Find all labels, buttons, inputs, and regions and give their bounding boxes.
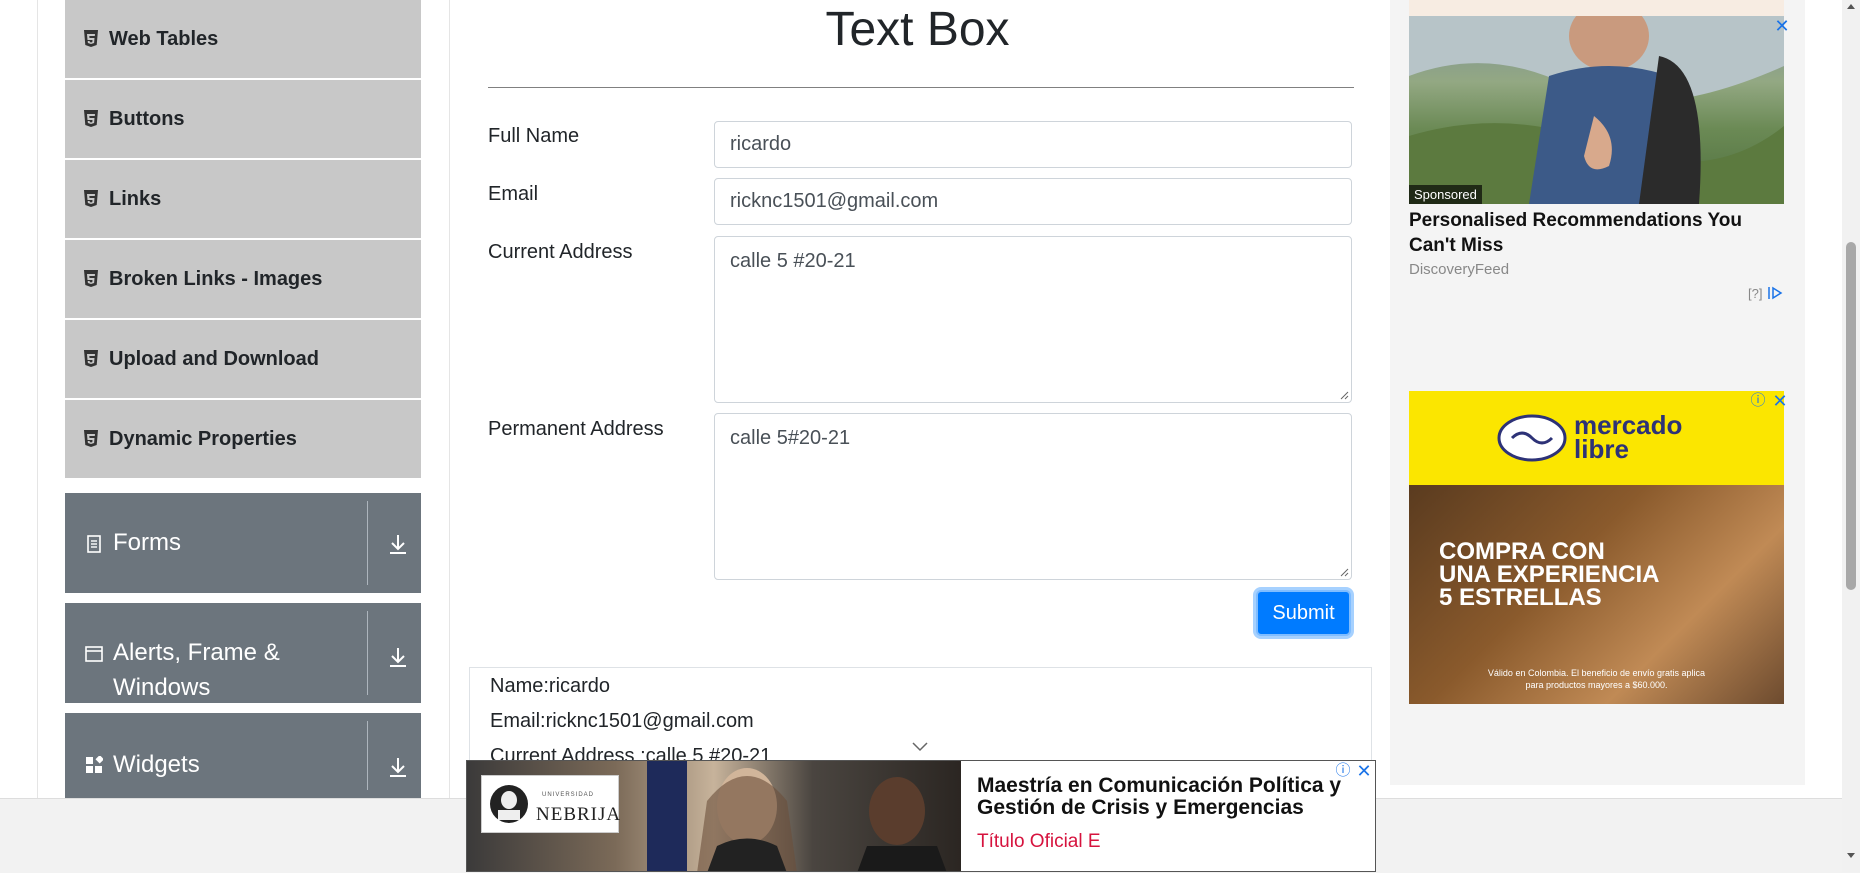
html5-icon — [84, 430, 98, 447]
brand-line2: libre — [1574, 434, 1629, 464]
sidebar-item-buttons[interactable]: Buttons — [65, 80, 421, 158]
sidebar-item-label: Dynamic Properties — [109, 427, 297, 450]
current-address-textarea[interactable]: calle 5 #20-21 — [714, 236, 1352, 403]
left-divider — [37, 0, 38, 798]
close-icon[interactable]: ✕ — [1354, 761, 1374, 781]
adchoices-icon[interactable] — [1767, 286, 1783, 300]
html5-icon — [84, 110, 98, 127]
close-icon[interactable]: ✕ — [1770, 391, 1790, 411]
sidebar-item-label: Broken Links - Images — [109, 267, 323, 290]
download-arrow-icon[interactable] — [387, 646, 409, 668]
sidebar-item-label: Links — [109, 187, 162, 210]
scroll-down-icon[interactable] — [1846, 852, 1856, 860]
window-icon — [85, 646, 103, 662]
sidebar-item-links[interactable]: Links — [65, 160, 421, 238]
ad1-image[interactable]: Sponsored — [1409, 16, 1784, 204]
output-email: Email:ricknc1501@gmail.com — [490, 710, 754, 732]
ad1-title[interactable]: Personalised Recommendations You Can't M… — [1409, 208, 1784, 258]
sidebar-item-label: Web Tables — [109, 27, 219, 50]
download-arrow-icon[interactable] — [387, 533, 409, 555]
submit-button[interactable]: Submit — [1256, 590, 1351, 636]
close-icon[interactable]: ✕ — [1772, 16, 1792, 36]
ad2-fineprint: Válido en Colombia. El beneficio de enví… — [1409, 667, 1784, 691]
logo-name-text: NEBRIJA — [536, 804, 622, 825]
ad-choice-label[interactable]: [?] — [1748, 286, 1762, 301]
ad-column: Sponsored ✕ Personalised Recommendations… — [1390, 0, 1805, 785]
bottom-ad-photo: UNIVERSIDAD NEBRIJA — [467, 761, 961, 871]
output-name: Name:ricardo — [490, 675, 611, 697]
group-label-line1: Alerts, Frame & — [113, 639, 280, 666]
full-name-value: ricardo — [730, 133, 792, 155]
headline-line3: 5 ESTRELLAS — [1439, 584, 1602, 611]
ad-strip — [1409, 0, 1784, 16]
sidebar-item-label: Buttons — [109, 107, 185, 130]
group-label-line2: Windows — [113, 674, 211, 701]
mercadolibre-logo-text: mercado libre — [1574, 412, 1682, 464]
sidebar-item-web-tables[interactable]: Web Tables — [65, 0, 421, 78]
group-divider — [367, 611, 368, 695]
permanent-address-value: calle 5#20-21 — [730, 427, 851, 449]
left-panel: Web Tables Buttons Links Broken Links - … — [0, 0, 450, 798]
permanent-address-label: Permanent Address — [488, 418, 664, 440]
group-header-widgets[interactable]: Widgets — [65, 713, 421, 798]
full-name-label: Full Name — [488, 125, 580, 147]
sidebar-item-label: Upload and Download — [109, 347, 319, 370]
html5-icon — [84, 190, 98, 207]
group-header-alerts-frame-windows[interactable]: Alerts, Frame & Windows — [65, 603, 421, 703]
bottom-ad-title[interactable]: Maestría en Comunicación Política y Gest… — [977, 775, 1367, 819]
current-address-value: calle 5 #20-21 — [730, 250, 856, 272]
nebrija-logo: UNIVERSIDAD NEBRIJA — [481, 775, 622, 833]
ad2-header: mercado libre — [1409, 391, 1784, 485]
crest-icon — [490, 785, 528, 823]
bottom-ad-banner[interactable]: UNIVERSIDAD NEBRIJA Maestría en Comunica… — [466, 760, 1376, 872]
title-divider — [488, 87, 1354, 88]
handshake-logo-icon — [1497, 414, 1567, 462]
info-icon[interactable]: ⓘ — [1333, 761, 1353, 781]
widgets-icon — [86, 756, 103, 773]
email-label: Email — [488, 183, 539, 205]
download-arrow-icon[interactable] — [387, 756, 409, 778]
main-content: Text Box Full Name ricardo Email ricknc1… — [450, 0, 1385, 807]
resize-handle-icon[interactable] — [1339, 567, 1349, 577]
email-value: ricknc1501@gmail.com — [730, 190, 939, 212]
headline-line1: COMPRA CON — [1439, 538, 1605, 565]
scroll-up-icon[interactable] — [1846, 2, 1856, 10]
group-label: Widgets — [113, 751, 200, 778]
full-name-input[interactable]: ricardo — [714, 121, 1352, 168]
page-title: Text Box — [825, 3, 1010, 56]
headline-line2: UNA EXPERIENCIA — [1439, 561, 1660, 588]
group-label: Forms — [113, 529, 181, 556]
chevron-down-icon[interactable] — [910, 740, 930, 754]
ad1-source[interactable]: DiscoveryFeed — [1409, 261, 1509, 278]
group-header-forms[interactable]: Forms — [65, 493, 421, 593]
logo-small-text: UNIVERSIDAD — [542, 792, 595, 798]
sidebar-item-dynamic-properties[interactable]: Dynamic Properties — [65, 400, 421, 478]
info-icon[interactable]: ⓘ — [1748, 391, 1768, 411]
sidebar-item-upload-download[interactable]: Upload and Download — [65, 320, 421, 398]
sponsored-label: Sponsored — [1409, 185, 1482, 204]
sidebar-item-broken-links[interactable]: Broken Links - Images — [65, 240, 421, 318]
permanent-address-textarea[interactable]: calle 5#20-21 — [714, 413, 1352, 580]
html5-icon — [84, 270, 98, 287]
hiker-photo — [1409, 16, 1784, 204]
fineprint-line2: para productos mayores a $60.000. — [1525, 680, 1668, 690]
group-divider — [367, 501, 368, 585]
current-address-label: Current Address — [488, 241, 633, 263]
bottom-ad-subtitle[interactable]: Título Oficial E — [977, 831, 1101, 853]
group-divider — [367, 721, 368, 790]
resize-handle-icon[interactable] — [1339, 390, 1349, 400]
html5-icon — [84, 350, 98, 367]
document-icon — [87, 535, 101, 553]
vertical-scrollbar[interactable] — [1842, 0, 1860, 872]
fineprint-line1: Válido en Colombia. El beneficio de enví… — [1487, 668, 1706, 678]
scroll-thumb[interactable] — [1846, 242, 1856, 590]
html5-icon — [84, 30, 98, 47]
ad2-photo: COMPRA CON UNA EXPERIENCIA 5 ESTRELLAS V… — [1409, 485, 1784, 704]
ad2-banner[interactable]: mercado libre COMPRA CON UNA EXPERIENCIA… — [1409, 391, 1784, 704]
email-input[interactable]: ricknc1501@gmail.com — [714, 178, 1352, 225]
ad2-headline: COMPRA CON UNA EXPERIENCIA 5 ESTRELLAS — [1439, 538, 1660, 611]
